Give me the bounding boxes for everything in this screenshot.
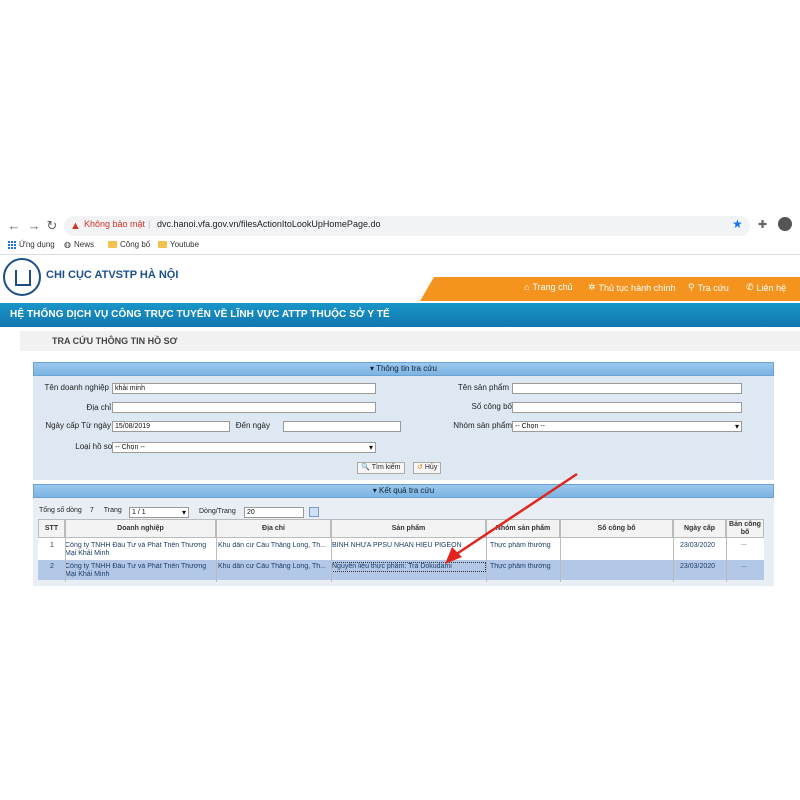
annotation-arrow-icon (445, 472, 578, 564)
